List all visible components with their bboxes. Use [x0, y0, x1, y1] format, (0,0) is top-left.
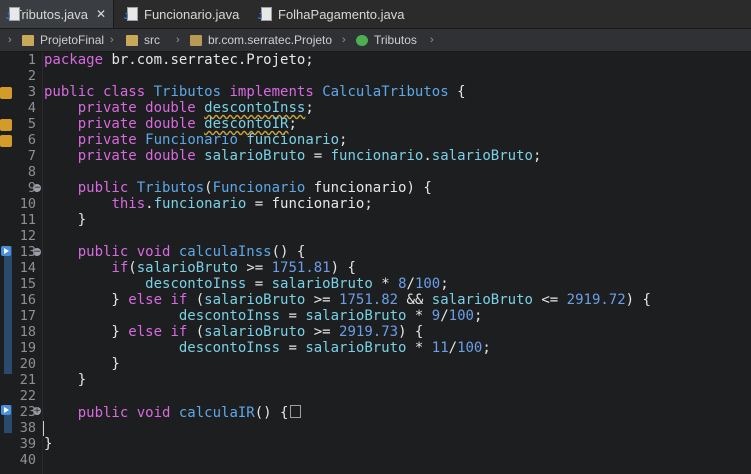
line-number: 2 [27, 68, 36, 84]
code-line[interactable]: descontoInss = salarioBruto * 9/100; [44, 308, 483, 325]
warning-icon[interactable] [0, 119, 12, 131]
line-number: 20 [19, 356, 36, 372]
chevron-right-icon: › [176, 34, 180, 46]
line-number: 10 [19, 196, 36, 212]
code-line[interactable]: } [44, 372, 86, 389]
line-number: 39 [19, 436, 36, 452]
code-line[interactable]: } else if (salarioBruto >= 2919.73) { [44, 324, 423, 341]
tab-tributos-java[interactable]: J Tributos.java ✕ [0, 0, 114, 28]
breadcrumb-package[interactable]: br.com.serratec.Projeto [190, 29, 332, 51]
chevron-right-icon: › [8, 34, 12, 46]
line-number: 6 [27, 132, 36, 148]
override-marker-icon[interactable] [1, 246, 11, 256]
range-indicator [4, 246, 12, 374]
code-line[interactable]: public void calculaInss() { [44, 244, 306, 261]
breadcrumb-project[interactable]: ProjetoFinal [22, 29, 104, 51]
chevron-right-icon: › [110, 34, 114, 46]
code-line[interactable]: private double descontoIR; [44, 116, 297, 133]
java-file-icon: J [124, 7, 138, 21]
tab-label: Funcionario.java [144, 6, 240, 22]
chevron-right-icon: › [430, 34, 434, 46]
gutter-separator [42, 52, 43, 474]
text-cursor [43, 421, 44, 436]
warning-icon[interactable] [0, 87, 12, 99]
line-number: 14 [19, 260, 36, 276]
code-line[interactable]: private Funcionario funcionario; [44, 132, 348, 149]
code-line[interactable]: public class Tributos implements Calcula… [44, 84, 466, 101]
line-number: 16 [19, 292, 36, 308]
line-number: 11 [19, 212, 36, 228]
code-line[interactable]: } [44, 436, 52, 453]
line-number: 7 [27, 148, 36, 164]
line-number: 17 [19, 308, 36, 324]
tab-label: Tributos.java [14, 6, 88, 22]
line-number: 5 [27, 116, 36, 132]
breadcrumb-label: src [144, 33, 160, 47]
breadcrumb-src[interactable]: src [126, 29, 160, 51]
line-number: 12 [19, 228, 36, 244]
warning-icon[interactable] [0, 135, 12, 147]
breadcrumb-label: br.com.serratec.Projeto [208, 33, 333, 47]
code-line[interactable]: } else if (salarioBruto >= 1751.82 && sa… [44, 292, 651, 309]
code-line[interactable]: private double descontoInss; [44, 100, 314, 117]
code-line[interactable]: package br.com.serratec.Projeto; [44, 52, 314, 69]
package-icon [190, 34, 202, 46]
tab-label: FolhaPagamento.java [278, 6, 405, 22]
breadcrumb: › ProjetoFinal › src › br.com.serratec.P… [0, 29, 751, 52]
line-number: 15 [19, 276, 36, 292]
code-editor[interactable]: − − + 1 2 3 4 5 6 7 8 9 10 11 12 13 14 1… [0, 52, 751, 474]
line-number: 9 [27, 180, 36, 196]
breadcrumb-class[interactable]: Tributos [356, 29, 417, 51]
chevron-right-icon: › [342, 34, 346, 46]
editor-tab-bar: J Tributos.java ✕ J Funcionario.java J F… [0, 0, 751, 29]
line-number: 18 [19, 324, 36, 340]
line-number: 13 [19, 244, 36, 260]
code-line[interactable]: public Tributos(Funcionario funcionario)… [44, 180, 432, 197]
line-number: 22 [19, 388, 36, 404]
breadcrumb-label: Tributos [374, 33, 417, 47]
source-folder-icon [126, 34, 138, 46]
code-line[interactable]: } [44, 212, 86, 229]
folded-code-icon[interactable] [290, 405, 302, 418]
breadcrumb-label: ProjetoFinal [40, 33, 105, 47]
line-number: 23 [19, 404, 36, 420]
folder-icon [22, 34, 34, 46]
code-line[interactable]: descontoInss = salarioBruto * 8/100; [44, 276, 449, 293]
tab-folhapagamento-java[interactable]: J FolhaPagamento.java [252, 0, 422, 28]
line-number: 8 [27, 164, 36, 180]
tab-funcionario-java[interactable]: J Funcionario.java [118, 0, 248, 28]
override-marker-icon[interactable] [1, 405, 11, 415]
line-number: 21 [19, 372, 36, 388]
line-number: 3 [27, 84, 36, 100]
code-line[interactable]: if(salarioBruto >= 1751.81) { [44, 260, 355, 277]
class-icon [356, 34, 368, 46]
line-number: 40 [19, 452, 36, 468]
line-number: 4 [27, 100, 36, 116]
code-line[interactable]: this.funcionario = funcionario; [44, 196, 372, 213]
code-line[interactable]: } [44, 356, 119, 373]
line-number: 38 [19, 420, 36, 436]
line-number: 19 [19, 340, 36, 356]
line-number: 1 [27, 52, 36, 68]
code-line[interactable]: descontoInss = salarioBruto * 11/100; [44, 340, 491, 357]
close-icon[interactable]: ✕ [96, 7, 106, 21]
code-line[interactable]: public void calculaIR() { [44, 405, 302, 422]
java-file-icon: J [258, 7, 272, 21]
code-line[interactable]: private double salarioBruto = funcionari… [44, 148, 542, 165]
